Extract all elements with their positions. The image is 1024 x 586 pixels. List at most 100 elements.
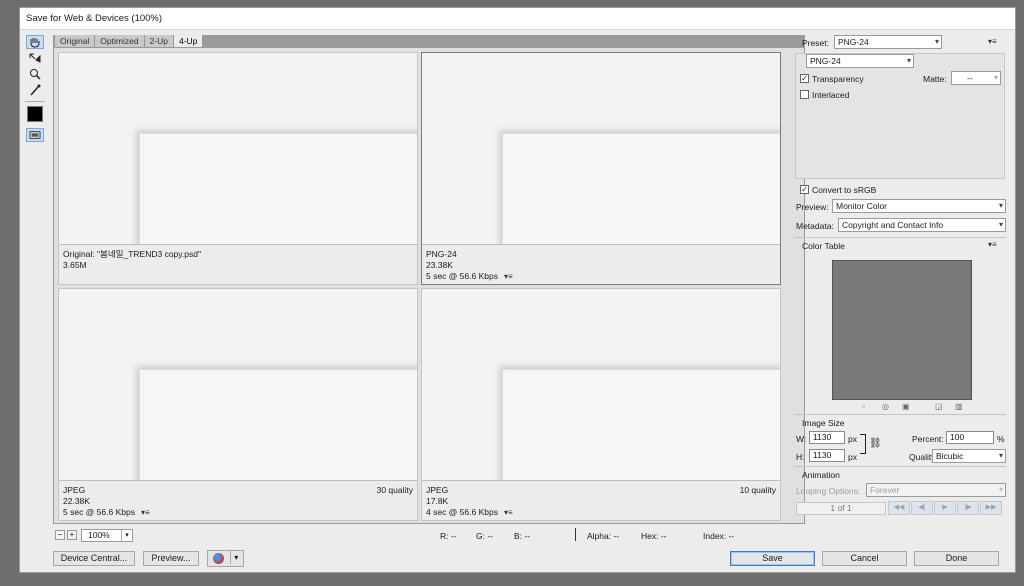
preset-menu-icon[interactable]: ▾≡: [988, 37, 997, 46]
preview-area: Original: "봄네일_TREND3 copy.psd" 3.65M PN…: [53, 47, 805, 524]
readout-index: Index: --: [703, 531, 735, 541]
play-icon[interactable]: ▶: [934, 501, 956, 515]
metadata-select[interactable]: Copyright and Contact Info ▾: [838, 218, 1006, 232]
last-frame-icon[interactable]: ▶▶: [980, 501, 1002, 515]
divider: [794, 414, 1006, 415]
percent-input[interactable]: 100: [946, 431, 994, 444]
pane-download-time: 4 sec @ 56.6 Kbps: [426, 507, 498, 517]
height-label: H:: [796, 452, 805, 462]
preview-button[interactable]: Preview...: [143, 551, 199, 566]
image-size-title: Image Size: [802, 418, 845, 428]
resample-quality-value: Bicubic: [936, 451, 964, 461]
zoom-level-select[interactable]: 100% ▾: [81, 529, 133, 542]
metadata-label: Metadata:: [796, 221, 834, 231]
preset-value: PNG-24: [838, 37, 869, 47]
color-table-swatch: [832, 260, 972, 400]
metadata-value: Copyright and Contact Info: [842, 220, 944, 230]
first-frame-icon[interactable]: ◀◀: [888, 501, 910, 515]
animation-title: Animation: [802, 470, 840, 480]
divider: [794, 237, 1006, 238]
preset-select[interactable]: PNG-24 ▾: [834, 35, 942, 49]
new-color-icon[interactable]: ◲: [935, 402, 943, 411]
eyedropper-tool-icon[interactable]: [26, 83, 44, 97]
tab-4-up[interactable]: 4-Up: [174, 35, 204, 47]
link-chain-icon[interactable]: ⛓: [869, 438, 882, 449]
toggle-slices-visibility-icon[interactable]: [26, 128, 44, 142]
looping-options-select[interactable]: Forever ▾: [866, 483, 1006, 497]
preview-canvas: [422, 289, 780, 480]
save-button[interactable]: Save: [730, 551, 815, 566]
done-button[interactable]: Done: [914, 551, 999, 566]
constrain-bracket: [860, 434, 866, 454]
zoom-tool-icon[interactable]: [26, 67, 44, 81]
web-snap-icon[interactable]: ◎: [882, 402, 890, 411]
browser-icon: [212, 553, 224, 564]
pane-quality: 30 quality: [376, 485, 413, 495]
convert-srgb-label: Convert to sRGB: [812, 185, 877, 195]
trash-icon[interactable]: ▥: [955, 402, 963, 411]
percent-unit: %: [997, 434, 1005, 444]
device-central-button[interactable]: Device Central...: [53, 551, 135, 566]
tab-2-up[interactable]: 2-Up: [144, 35, 174, 47]
toolbox: [25, 34, 47, 143]
cancel-button[interactable]: Cancel: [822, 551, 907, 566]
preview-canvas: [59, 53, 417, 244]
pane-info: Original: "봄네일_TREND3 copy.psd" 3.65M: [59, 244, 417, 284]
preview-pane-jpeg-10[interactable]: JPEG 17.8K 4 sec @ 56.6 Kbps ▾≡ 10 qualit…: [421, 288, 781, 521]
preset-label: Preset:: [802, 38, 829, 48]
tab-optimized[interactable]: Optimized: [95, 35, 145, 47]
pane-info: JPEG 22.38K 5 sec @ 56.6 Kbps ▾≡ 30 quali…: [59, 480, 417, 520]
pane-quality: 10 quality: [739, 485, 776, 495]
zoom-in-button[interactable]: +: [67, 530, 77, 540]
pane-download-time: 5 sec @ 56.6 Kbps: [63, 507, 135, 517]
width-input[interactable]: 1130: [809, 431, 845, 444]
preview-pane-jpeg-30[interactable]: JPEG 22.38K 5 sec @ 56.6 Kbps ▾≡ 30 quali…: [58, 288, 418, 521]
toolbox-divider: [25, 101, 45, 102]
convert-srgb-checkbox[interactable]: ✓: [800, 185, 809, 194]
resample-quality-select[interactable]: Bicubic ▾: [932, 449, 1006, 463]
previous-frame-icon[interactable]: ◀|: [911, 501, 933, 515]
browser-preview-button[interactable]: ▾: [207, 550, 244, 567]
chevron-down-icon: ▾: [998, 451, 1003, 460]
chevron-down-icon: ▾: [934, 37, 939, 46]
divider: [794, 466, 1006, 467]
map-to-transparent-icon[interactable]: ▫: [862, 402, 870, 411]
pane-info: PNG-24 23.38K 5 sec @ 56.6 Kbps ▾≡: [422, 244, 780, 284]
pane-format: Original: "봄네일_TREND3 copy.psd": [63, 249, 201, 259]
color-table-menu-icon[interactable]: ▾≡: [988, 240, 997, 249]
readout-divider: [575, 528, 576, 541]
zoom-out-button[interactable]: −: [55, 530, 65, 540]
height-input[interactable]: 1130: [809, 449, 845, 462]
interlaced-checkbox[interactable]: [800, 90, 809, 99]
readout-b: B: --: [514, 531, 531, 541]
pane-format: JPEG: [426, 485, 449, 495]
download-speed-menu-icon[interactable]: ▾≡: [504, 272, 513, 281]
pane-size: 22.38K: [63, 496, 90, 506]
readout-r: R: --: [440, 531, 457, 541]
chevron-down-icon: ▾: [121, 530, 132, 541]
chevron-down-icon: ▾: [230, 551, 238, 564]
lock-color-icon[interactable]: ▣: [902, 402, 910, 411]
status-bar: − + 100% ▾ R: -- G: -- B: -- Alpha: -- H…: [53, 528, 805, 544]
matte-select[interactable]: -- ▾: [951, 71, 1001, 85]
download-speed-menu-icon[interactable]: ▾≡: [504, 508, 513, 517]
format-select[interactable]: PNG-24 ▾: [806, 54, 914, 68]
pane-size: 3.65M: [63, 260, 87, 270]
hand-tool-icon[interactable]: [26, 35, 44, 49]
pane-download-time: 5 sec @ 56.6 Kbps: [426, 271, 498, 281]
preview-value: Monitor Color: [836, 201, 888, 211]
transparency-checkbox[interactable]: ✓: [800, 74, 809, 83]
window-title: Save for Web & Devices (100%): [20, 8, 1015, 30]
readout-hex: Hex: --: [641, 531, 667, 541]
slice-select-tool-icon[interactable]: [26, 51, 44, 65]
percent-label: Percent:: [912, 434, 944, 444]
eyedropper-color-swatch[interactable]: [27, 106, 43, 122]
width-unit: px: [848, 434, 857, 444]
format-value: PNG-24: [810, 56, 841, 66]
tab-original[interactable]: Original: [55, 35, 96, 47]
next-frame-icon[interactable]: |▶: [957, 501, 979, 515]
preview-pane-png24[interactable]: PNG-24 23.38K 5 sec @ 56.6 Kbps ▾≡: [421, 52, 781, 285]
preview-pane-original[interactable]: Original: "봄네일_TREND3 copy.psd" 3.65M: [58, 52, 418, 285]
preview-select[interactable]: Monitor Color ▾: [832, 199, 1006, 213]
download-speed-menu-icon[interactable]: ▾≡: [141, 508, 150, 517]
